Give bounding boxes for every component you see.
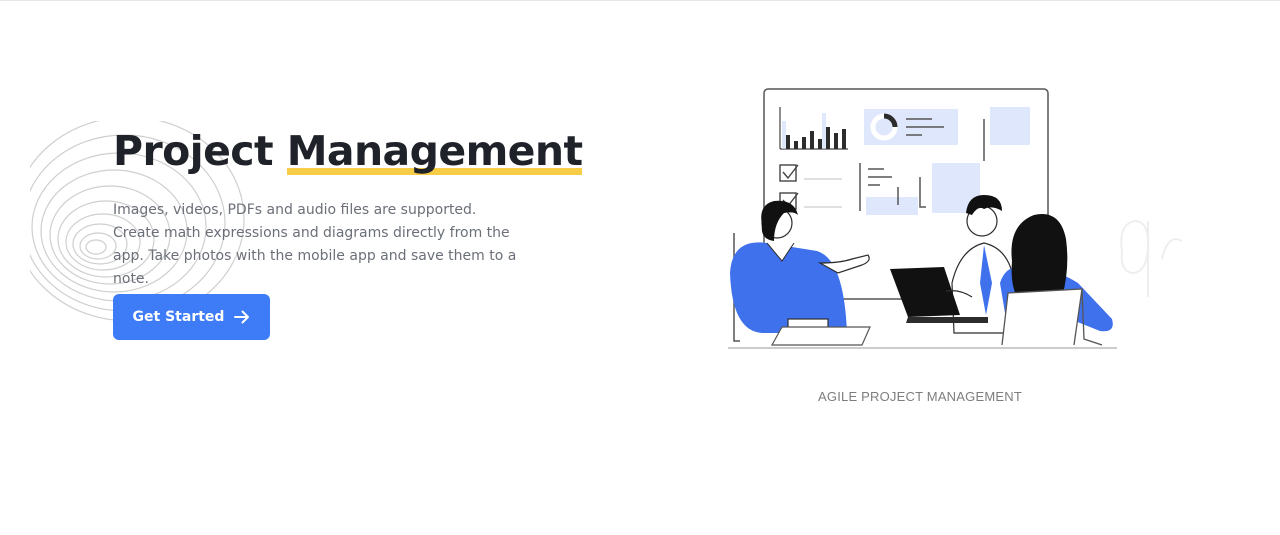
- hero-description: Images, videos, PDFs and audio files are…: [113, 202, 517, 287]
- title-text: Project: [113, 127, 287, 175]
- hero-section: Project Management Images, videos, PDFs …: [0, 0, 1280, 535]
- hero-text-block: Project Management Images, videos, PDFs …: [113, 123, 583, 291]
- person-right: [1000, 214, 1113, 346]
- get-started-label: Get Started: [132, 309, 225, 325]
- meeting-illustration: [728, 88, 1182, 349]
- arrow-right-icon: [234, 310, 250, 324]
- title-highlight: Management: [286, 127, 583, 175]
- illustration-caption: AGILE PROJECT MANAGEMENT: [818, 389, 1022, 404]
- page-title: Project Management: [113, 123, 583, 179]
- get-started-button[interactable]: Get Started: [113, 294, 270, 340]
